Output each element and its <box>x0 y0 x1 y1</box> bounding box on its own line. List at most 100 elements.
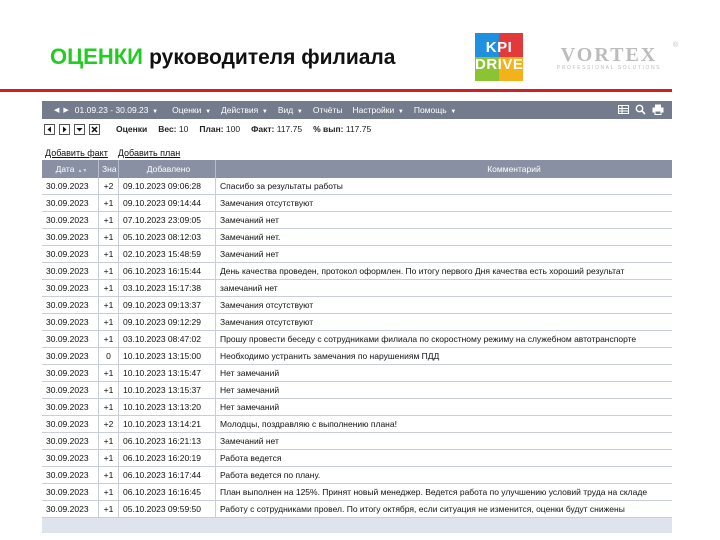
cell-date: 30.09.2023 <box>42 467 99 483</box>
cell-comment: Работу с сотрудниками провел. По итогу о… <box>220 504 625 514</box>
header-divider <box>0 89 672 92</box>
cell-added: 10.10.2023 13:15:47 <box>119 365 216 381</box>
kpi-logo-line2: DRIVE <box>475 56 523 73</box>
print-icon[interactable] <box>652 104 664 115</box>
menu-actions[interactable]: Действия ▼ <box>221 105 268 115</box>
cell-date: 30.09.2023 <box>42 416 99 432</box>
table-row[interactable]: 30.09.2023 +1 06.10.2023 16:16:45 План выпо… <box>42 484 672 501</box>
table-row[interactable]: 30.09.2023 +1 06.10.2023 16:17:44 Работа ве… <box>42 467 672 484</box>
menu-ocenki[interactable]: Оценки ▼ <box>172 105 211 115</box>
table-row[interactable]: 30.09.2023 +1 06.10.2023 16:15:44 День каче… <box>42 263 672 280</box>
table-row[interactable]: 30.09.2023 +1 10.10.2023 13:15:37 Нет замеч… <box>42 382 672 399</box>
cell-comment: замечаний нет <box>220 283 278 293</box>
kpi-app-window: ◀ ▶ 01.09.23 - 30.09.23 ▼ Оценки ▼ Дейст… <box>42 101 672 533</box>
period-navigator: ◀ ▶ 01.09.23 - 30.09.23 ▼ <box>54 105 158 115</box>
collapse-left-icon[interactable] <box>44 123 55 135</box>
cell-comment: План выполнен на 125%. Принят новый мене… <box>220 487 648 497</box>
cell-date: 30.09.2023 <box>42 246 99 262</box>
table-row[interactable]: 30.09.2023 +1 09.10.2023 09:12:29 Замечания… <box>42 314 672 331</box>
cell-added: 06.10.2023 16:15:44 <box>119 263 216 279</box>
completion-stat: % вып: 117.75 <box>313 124 372 134</box>
cell-added: 09.10.2023 09:06:28 <box>119 178 216 194</box>
cell-date: 30.09.2023 <box>42 382 99 398</box>
window-controls <box>44 123 104 135</box>
table-row[interactable]: 30.09.2023 0 10.10.2023 13:15:00 Необходимо… <box>42 348 672 365</box>
cell-value: +1 <box>99 365 119 381</box>
prev-period-icon[interactable]: ◀ <box>54 106 59 114</box>
cell-comment: Замечания отсутствуют <box>220 317 314 327</box>
cell-comment: Замечаний нет <box>220 249 279 259</box>
toolbar-tools <box>618 104 664 115</box>
cell-value: +1 <box>99 399 119 415</box>
column-header-added[interactable]: Добавлено <box>119 160 216 178</box>
cell-date: 30.09.2023 <box>42 195 99 211</box>
table-row[interactable]: 30.09.2023 +1 02.10.2023 15:48:59 Замечаний… <box>42 246 672 263</box>
table-row[interactable]: 30.09.2023 +1 07.10.2023 23:09:05 Замечаний… <box>42 212 672 229</box>
menu-label: Настройки <box>352 105 395 115</box>
grid-icon[interactable] <box>618 104 629 115</box>
cell-comment: Замечаний нет. <box>220 232 281 242</box>
table-row[interactable]: 30.09.2023 +1 03.10.2023 08:47:02 Прошу про… <box>42 331 672 348</box>
kpi-logo-line1: KPI <box>485 39 513 56</box>
column-header-value[interactable]: Зна <box>99 160 119 178</box>
cell-date: 30.09.2023 <box>42 212 99 228</box>
cell-comment: Работа ведется по плану. <box>220 470 321 480</box>
table-body: 30.09.2023 +2 09.10.2023 09:06:28 Спасибо з… <box>42 178 672 518</box>
column-header-comment[interactable]: Комментарий <box>216 160 672 178</box>
cell-comment: Замечания отсутствуют <box>220 300 314 310</box>
cell-comment: Замечаний нет <box>220 215 279 225</box>
menu-settings[interactable]: Настройки ▼ <box>353 105 404 115</box>
cell-value: +1 <box>99 331 119 347</box>
menu-view[interactable]: Вид ▼ <box>278 105 303 115</box>
cell-value: 0 <box>99 348 119 364</box>
cell-added: 03.10.2023 08:47:02 <box>119 331 216 347</box>
cell-added: 06.10.2023 16:16:45 <box>119 484 216 500</box>
cell-comment: Нет замечаний <box>220 368 280 378</box>
table-row[interactable]: 30.09.2023 +1 06.10.2023 16:21:13 Замечаний… <box>42 433 672 450</box>
cell-added: 10.10.2023 13:15:00 <box>119 348 216 364</box>
cell-value: +1 <box>99 246 119 262</box>
table-row[interactable]: 30.09.2023 +1 09.10.2023 09:13:37 Замечания… <box>42 297 672 314</box>
menu-reports[interactable]: Отчёты <box>313 105 343 115</box>
cell-added: 06.10.2023 16:21:13 <box>119 433 216 449</box>
table-row[interactable]: 30.09.2023 +1 03.10.2023 15:17:38 замечаний… <box>42 280 672 297</box>
main-menu: Оценки ▼ Действия ▼ Вид ▼ Отчёты Настрой… <box>172 105 456 115</box>
cell-date: 30.09.2023 <box>42 365 99 381</box>
chevron-down-icon: ▼ <box>203 109 212 115</box>
add-plan-link[interactable]: Добавить план <box>118 148 180 158</box>
table-row[interactable]: 30.09.2023 +1 09.10.2023 09:14:44 Замечания… <box>42 195 672 212</box>
search-icon[interactable] <box>635 104 646 115</box>
cell-value: +1 <box>99 501 119 517</box>
cell-comment: Замечаний нет <box>220 436 279 446</box>
table-row[interactable]: 30.09.2023 +1 06.10.2023 16:20:19 Работа ве… <box>42 450 672 467</box>
cell-date: 30.09.2023 <box>42 484 99 500</box>
table-row[interactable]: 30.09.2023 +1 10.10.2023 13:15:47 Нет замеч… <box>42 365 672 382</box>
cell-date: 30.09.2023 <box>42 450 99 466</box>
table-row[interactable]: 30.09.2023 +1 10.10.2023 13:13:20 Нет замеч… <box>42 399 672 416</box>
table-footer <box>42 518 672 533</box>
kpi-drive-logo: KPI DRIVE <box>475 33 523 81</box>
close-icon[interactable] <box>89 123 100 135</box>
table-row[interactable]: 30.09.2023 +2 10.10.2023 13:14:21 Молодцы, … <box>42 416 672 433</box>
plan-stat: План: 100 <box>199 124 241 134</box>
next-period-icon[interactable]: ▶ <box>63 106 68 114</box>
collapse-down-icon[interactable] <box>74 123 85 135</box>
cell-value: +1 <box>99 484 119 500</box>
cell-added: 10.10.2023 13:13:20 <box>119 399 216 415</box>
action-links: Добавить факт Добавить план <box>45 148 180 158</box>
table-row[interactable]: 30.09.2023 +1 05.10.2023 09:59:50 Работу с … <box>42 501 672 518</box>
menu-help[interactable]: Помощь ▼ <box>414 105 456 115</box>
expand-right-icon[interactable] <box>59 123 70 135</box>
table-row[interactable]: 30.09.2023 +2 09.10.2023 09:06:28 Спасибо з… <box>42 178 672 195</box>
cell-value: +1 <box>99 314 119 330</box>
cell-added: 10.10.2023 13:15:37 <box>119 382 216 398</box>
add-fact-link[interactable]: Добавить факт <box>45 148 108 158</box>
chevron-down-icon: ▼ <box>396 109 404 115</box>
cell-comment: Работа ведется <box>220 453 282 463</box>
cell-added: 03.10.2023 15:17:38 <box>119 280 216 296</box>
table-row[interactable]: 30.09.2023 +1 05.10.2023 08:12:03 Замечаний… <box>42 229 672 246</box>
period-selector[interactable]: 01.09.23 - 30.09.23 ▼ <box>75 105 158 115</box>
chevron-down-icon: ▼ <box>150 109 159 115</box>
column-header-date[interactable]: Дата ▲▼ <box>42 160 99 178</box>
vortex-subtitle: PROFESSIONAL SOLUTIONS <box>556 65 662 71</box>
